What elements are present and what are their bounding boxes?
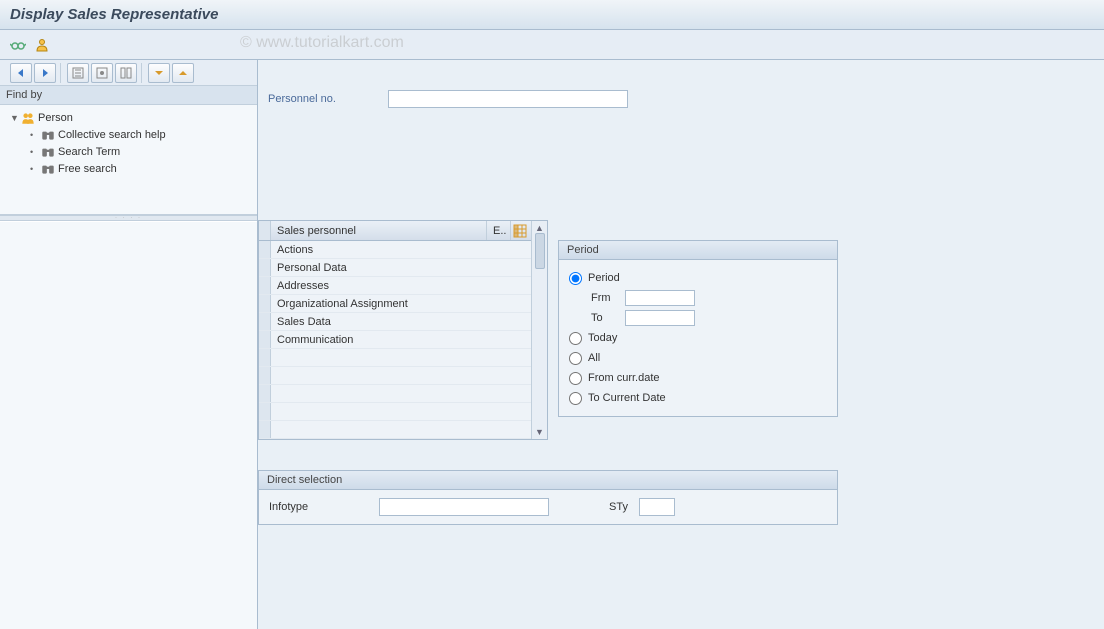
direct-title: Direct selection bbox=[259, 471, 837, 490]
tree-node-free-search[interactable]: • Free search bbox=[2, 160, 255, 177]
infotype-grid-area: Sales personnel E.. Actions Personal Dat… bbox=[258, 220, 548, 440]
from-curr-radio-input[interactable] bbox=[569, 372, 582, 385]
period-radio-period[interactable]: Period bbox=[569, 268, 827, 288]
period-radio-today[interactable]: Today bbox=[569, 328, 827, 348]
grid-row-empty bbox=[259, 403, 531, 421]
grid-header-main[interactable]: Sales personnel bbox=[271, 221, 487, 240]
scroll-up-icon[interactable]: ▲ bbox=[535, 223, 544, 233]
period-radio-to-curr[interactable]: To Current Date bbox=[569, 388, 827, 408]
radio-label: From curr.date bbox=[588, 372, 660, 384]
page-title: Display Sales Representative bbox=[10, 6, 218, 23]
sty-input[interactable] bbox=[639, 498, 675, 516]
frm-input[interactable] bbox=[625, 290, 695, 306]
collapse-button[interactable] bbox=[172, 63, 194, 83]
glasses-icon[interactable] bbox=[10, 37, 26, 53]
expand-button[interactable] bbox=[148, 63, 170, 83]
period-radio-all[interactable]: All bbox=[569, 348, 827, 368]
grid-row-empty bbox=[259, 421, 531, 439]
to-curr-radio-input[interactable] bbox=[569, 392, 582, 405]
grid-header: Sales personnel E.. bbox=[259, 221, 531, 241]
expand-arrow-icon[interactable]: ▼ bbox=[10, 113, 20, 123]
to-input[interactable] bbox=[625, 310, 695, 326]
person-icon[interactable] bbox=[34, 37, 50, 53]
sty-label: STy bbox=[609, 501, 639, 513]
frm-label: Frm bbox=[591, 292, 625, 304]
personnel-no-input[interactable] bbox=[388, 90, 628, 108]
binoculars-icon bbox=[40, 128, 56, 142]
grid-scrollbar[interactable]: ▲ ▼ bbox=[531, 221, 547, 439]
infotype-input[interactable] bbox=[379, 498, 549, 516]
personnel-row: Personnel no. bbox=[268, 90, 1094, 108]
tree-label: Search Term bbox=[58, 146, 120, 158]
main-toolbar: © www.tutorialkart.com bbox=[0, 30, 1104, 60]
grid-row[interactable]: Communication bbox=[259, 331, 531, 349]
scroll-thumb[interactable] bbox=[535, 233, 545, 269]
bullet-icon: • bbox=[30, 164, 40, 174]
grid-row-empty bbox=[259, 349, 531, 367]
binoculars-icon bbox=[40, 162, 56, 176]
infotype-grid: Sales personnel E.. Actions Personal Dat… bbox=[258, 220, 548, 440]
bullet-icon: • bbox=[30, 130, 40, 140]
tool-button-1[interactable] bbox=[67, 63, 89, 83]
grid-row[interactable]: Actions bbox=[259, 241, 531, 259]
grid-header-e[interactable]: E.. bbox=[487, 221, 511, 240]
period-groupbox: Period Period Frm To bbox=[558, 240, 838, 417]
tree-node-search-term[interactable]: • Search Term bbox=[2, 143, 255, 160]
radio-label: To Current Date bbox=[588, 392, 666, 404]
to-label: To bbox=[591, 312, 625, 324]
grid-corner bbox=[259, 221, 271, 240]
sidebar-toolbar bbox=[0, 60, 257, 86]
sidebar: Find by ▼ Person • Collective search hel… bbox=[0, 60, 258, 629]
period-range: Frm To bbox=[569, 288, 827, 328]
binoculars-icon bbox=[40, 145, 56, 159]
scroll-down-icon[interactable]: ▼ bbox=[535, 427, 544, 437]
tool-button-2[interactable] bbox=[91, 63, 113, 83]
personnel-no-label: Personnel no. bbox=[268, 93, 388, 105]
radio-label: Today bbox=[588, 332, 617, 344]
radio-label: All bbox=[588, 352, 600, 364]
sidebar-lower-panel bbox=[0, 221, 257, 629]
tree-label: Collective search help bbox=[58, 129, 166, 141]
grid-row[interactable]: Sales Data bbox=[259, 313, 531, 331]
main-layout: Find by ▼ Person • Collective search hel… bbox=[0, 60, 1104, 629]
nav-forward-button[interactable] bbox=[34, 63, 56, 83]
infotype-label: Infotype bbox=[269, 501, 379, 513]
period-radio-from-curr[interactable]: From curr.date bbox=[569, 368, 827, 388]
radio-label: Period bbox=[588, 272, 620, 284]
tree-label: Person bbox=[38, 112, 73, 124]
find-by-tree: ▼ Person • Collective search help • Sear… bbox=[0, 105, 257, 215]
today-radio-input[interactable] bbox=[569, 332, 582, 345]
person-group-icon bbox=[20, 111, 36, 125]
titlebar: Display Sales Representative bbox=[0, 0, 1104, 30]
column-config-icon[interactable] bbox=[511, 221, 531, 240]
find-by-header: Find by bbox=[0, 86, 257, 105]
period-title: Period bbox=[559, 241, 837, 260]
content-area: Personnel no. Sales personnel E.. Action… bbox=[258, 60, 1104, 629]
grid-rows: Actions Personal Data Addresses Organiza… bbox=[259, 241, 531, 439]
grid-row[interactable]: Organizational Assignment bbox=[259, 295, 531, 313]
tree-label: Free search bbox=[58, 163, 117, 175]
tree-node-collective-search[interactable]: • Collective search help bbox=[2, 126, 255, 143]
grid-row-empty bbox=[259, 367, 531, 385]
grid-row[interactable]: Personal Data bbox=[259, 259, 531, 277]
grid-row-empty bbox=[259, 385, 531, 403]
nav-back-button[interactable] bbox=[10, 63, 32, 83]
tree-node-person[interactable]: ▼ Person bbox=[2, 109, 255, 126]
period-radio-input[interactable] bbox=[569, 272, 582, 285]
watermark-text: © www.tutorialkart.com bbox=[240, 34, 404, 52]
grid-row[interactable]: Addresses bbox=[259, 277, 531, 295]
bullet-icon: • bbox=[30, 147, 40, 157]
tool-button-3[interactable] bbox=[115, 63, 137, 83]
direct-selection-groupbox: Direct selection Infotype STy bbox=[258, 470, 838, 525]
all-radio-input[interactable] bbox=[569, 352, 582, 365]
